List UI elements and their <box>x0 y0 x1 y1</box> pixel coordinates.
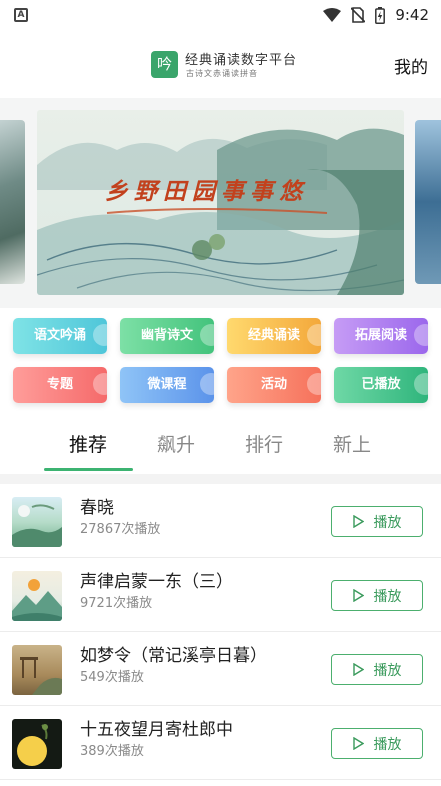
poem-title: 如梦令（常记溪亭日暮） <box>80 646 267 666</box>
category-label: 经典诵读 <box>247 328 300 343</box>
category-label: 拓展阅读 <box>354 328 407 343</box>
active-tab-indicator <box>44 468 133 471</box>
category-tuozhan-yuedu-button[interactable]: 拓展阅读 <box>334 318 428 354</box>
poem-title: 春晓 <box>80 498 114 518</box>
play-icon <box>352 589 364 602</box>
full-moon-thumbnail-icon <box>12 719 62 769</box>
banner-title: 乡野田园事事悠 <box>105 178 308 205</box>
app-header: 吟 经典诵读数字平台 古诗文赤诵读拼音 我的 <box>0 30 441 98</box>
tab-rising[interactable]: 飙升 <box>157 430 195 457</box>
banner-prev-slide[interactable] <box>0 120 25 284</box>
pavilion-painting-thumbnail-icon <box>12 645 62 695</box>
play-label: 播放 <box>373 514 402 531</box>
play-button[interactable]: 播放 <box>331 506 423 537</box>
play-button[interactable]: 播放 <box>331 728 423 759</box>
notification-icon: A <box>14 8 28 22</box>
play-count: 389次播放 <box>80 744 144 759</box>
app-subtitle: 古诗文赤诵读拼音 <box>186 69 258 78</box>
app-logo-icon: 吟 <box>151 51 178 78</box>
play-icon <box>352 663 364 676</box>
list-item[interactable]: 声律启蒙一东（三） 9721次播放 播放 <box>0 558 441 632</box>
category-label: 幽背诗文 <box>140 328 193 343</box>
category-zhuanti-button[interactable]: 专题 <box>13 367 107 403</box>
category-yuwen-yinsong-button[interactable]: 语文吟诵 <box>13 318 107 354</box>
category-label: 微课程 <box>147 377 187 392</box>
play-count: 9721次播放 <box>80 596 153 611</box>
spring-dawn-thumbnail-icon <box>12 497 62 547</box>
mountain-sunset-thumbnail-icon <box>12 571 62 621</box>
status-bar: A 9:42 <box>0 0 441 30</box>
play-icon <box>352 737 364 750</box>
category-label: 已播放 <box>361 377 401 392</box>
play-button[interactable]: 播放 <box>331 580 423 611</box>
category-label: 活动 <box>260 377 287 392</box>
list-item[interactable]: 春晓 27867次播放 播放 <box>0 484 441 558</box>
category-grid: 语文吟诵 幽背诗文 经典诵读 拓展阅读 专题 微课程 活动 已播放 <box>13 318 429 406</box>
category-jingdian-songdu-button[interactable]: 经典诵读 <box>227 318 321 354</box>
app-title: 经典诵读数字平台 <box>185 53 298 68</box>
play-count: 27867次播放 <box>80 522 161 537</box>
play-label: 播放 <box>373 588 402 605</box>
wifi-icon <box>323 8 342 22</box>
battery-charging-icon <box>375 6 386 24</box>
category-huodong-button[interactable]: 活动 <box>227 367 321 403</box>
category-youbei-shiwen-button[interactable]: 幽背诗文 <box>120 318 214 354</box>
category-weikecheng-button[interactable]: 微课程 <box>120 367 214 403</box>
play-icon <box>352 515 364 528</box>
status-time: 9:42 <box>395 6 429 24</box>
status-icons: 9:42 <box>323 6 429 24</box>
tab-recommend[interactable]: 推荐 <box>69 430 107 457</box>
section-divider <box>0 474 441 484</box>
category-label: 专题 <box>46 377 73 392</box>
category-label: 语文吟诵 <box>33 328 86 343</box>
category-yibofang-button[interactable]: 已播放 <box>334 367 428 403</box>
poem-title: 声律启蒙一东（三） <box>80 572 233 592</box>
poem-title: 十五夜望月寄杜郎中 <box>80 720 233 740</box>
mine-button[interactable]: 我的 <box>394 53 428 78</box>
banner-carousel[interactable]: 乡野田园事事悠 <box>0 98 441 308</box>
tab-ranking[interactable]: 排行 <box>245 430 283 457</box>
no-sim-icon <box>351 7 366 23</box>
tab-new[interactable]: 新上 <box>333 430 371 457</box>
play-count: 549次播放 <box>80 670 144 685</box>
banner-slide[interactable]: 乡野田园事事悠 <box>37 110 404 295</box>
play-label: 播放 <box>373 662 402 679</box>
banner-next-slide[interactable] <box>415 120 441 284</box>
list-item[interactable]: 十五夜望月寄杜郎中 389次播放 播放 <box>0 706 441 780</box>
list-item[interactable]: 如梦令（常记溪亭日暮） 549次播放 播放 <box>0 632 441 706</box>
play-label: 播放 <box>373 736 402 753</box>
tab-bar: 推荐 飙升 排行 新上 <box>0 418 441 474</box>
play-button[interactable]: 播放 <box>331 654 423 685</box>
